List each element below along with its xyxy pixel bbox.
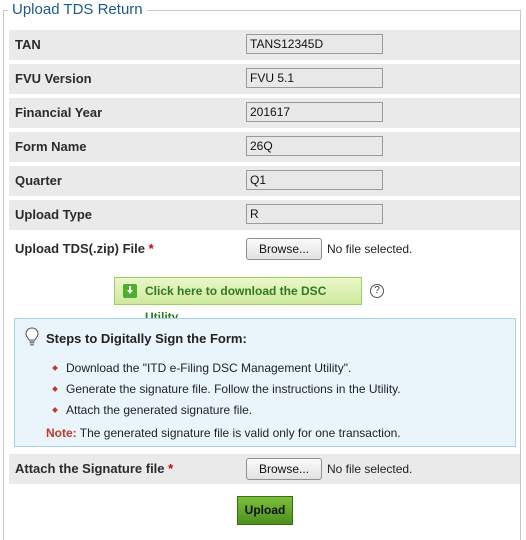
step-item: Generate the signature file. Follow the … (52, 382, 401, 396)
tan-field: TANS12345D (246, 34, 383, 54)
signature-file-status: No file selected. (327, 462, 413, 476)
step-item: Attach the generated signature file. (52, 403, 252, 417)
zip-file-label: Upload TDS(.zip) File * (15, 241, 154, 256)
form-name-label: Form Name (15, 139, 87, 154)
form-legend: Upload TDS Return (8, 1, 147, 19)
fvu-version-label: FVU Version (15, 71, 92, 86)
zip-file-status: No file selected. (327, 242, 413, 256)
download-icon (123, 284, 137, 298)
quarter-row: Quarter Q1 (9, 166, 520, 196)
steps-info-box: Steps to Digitally Sign the Form: Downlo… (14, 318, 516, 447)
upload-type-field: R (246, 204, 383, 224)
quarter-field: Q1 (246, 170, 383, 190)
steps-note: Note: The generated signature file is va… (46, 426, 401, 440)
quarter-label: Quarter (15, 173, 62, 188)
help-circle-icon[interactable]: ? (370, 284, 384, 298)
note-label: Note: (46, 426, 77, 440)
upload-type-label: Upload Type (15, 207, 93, 222)
upload-button[interactable]: Upload (237, 496, 293, 525)
step-item: Download the "ITD e-Filing DSC Managemen… (52, 361, 351, 375)
required-asterisk: * (168, 461, 174, 476)
required-asterisk: * (148, 241, 154, 256)
zip-file-row: Upload TDS(.zip) File * Browse... No fil… (9, 234, 520, 264)
dsc-download-button[interactable]: Click here to download the DSC Utility (114, 277, 362, 324)
upload-type-row: Upload Type R (9, 200, 520, 230)
financial-year-field: 201617 (246, 102, 383, 122)
lightbulb-icon (25, 327, 39, 346)
fvu-version-row: FVU Version FVU 5.1 (9, 64, 520, 94)
fvu-version-field: FVU 5.1 (246, 68, 383, 88)
signature-browse-button[interactable]: Browse... (246, 458, 322, 480)
form-name-field: 26Q (246, 136, 383, 156)
steps-title: Steps to Digitally Sign the Form: (46, 331, 247, 346)
signature-file-row: Attach the Signature file * Browse... No… (9, 454, 520, 484)
zip-browse-button[interactable]: Browse... (246, 238, 322, 260)
signature-file-label: Attach the Signature file * (15, 461, 174, 476)
form-name-row: Form Name 26Q (9, 132, 520, 162)
financial-year-row: Financial Year 201617 (9, 98, 520, 128)
tan-label: TAN (15, 37, 41, 52)
financial-year-label: Financial Year (15, 105, 103, 120)
tan-row: TAN TANS12345D (9, 30, 520, 60)
